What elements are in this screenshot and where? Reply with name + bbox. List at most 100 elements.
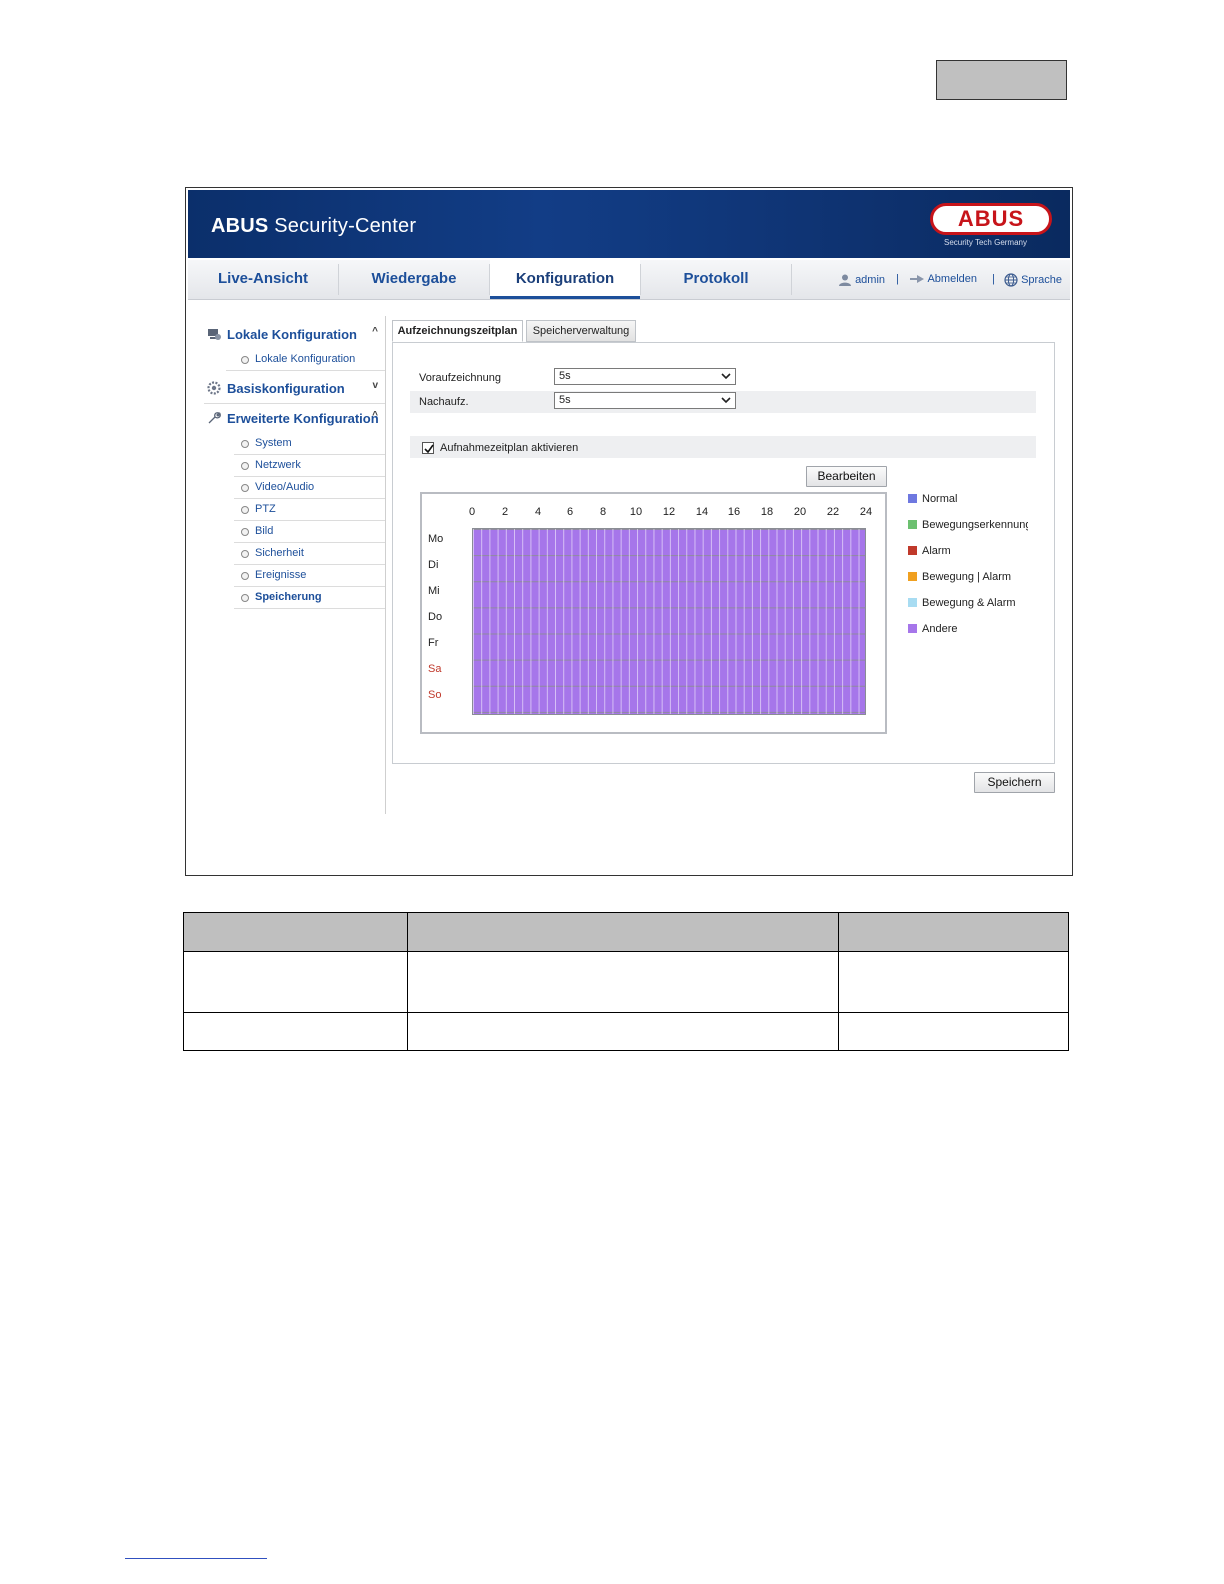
bullet-icon — [241, 506, 249, 514]
logo-tagline: Security Tech Germany — [944, 238, 1027, 247]
chevron-down-icon — [721, 373, 731, 380]
language-label: Sprache — [1021, 273, 1063, 286]
sidebar-item-bild[interactable]: Bild — [234, 521, 386, 543]
bullet-icon — [241, 462, 249, 470]
edit-button[interactable]: Bearbeiten — [806, 466, 887, 487]
main-nav: Live-Ansicht Wiedergabe Konfiguration Pr… — [188, 260, 1070, 300]
sidebar-group-erweiterte-konfiguration[interactable]: Erweiterte Konfiguration ^ — [204, 404, 386, 433]
table-cell — [838, 1012, 1069, 1051]
bullet-icon — [241, 550, 249, 558]
computer-icon — [208, 329, 221, 340]
hour-label: 24 — [859, 506, 873, 518]
table-header-cell — [183, 912, 408, 952]
table-cell — [407, 1012, 839, 1051]
table-cell — [407, 951, 839, 1013]
hour-label: 22 — [826, 506, 840, 518]
legend-swatch — [908, 494, 917, 503]
enable-schedule-checkbox[interactable] — [422, 442, 434, 454]
chevron-down-icon: v — [372, 380, 378, 391]
sidebar-group-basiskonfiguration[interactable]: Basiskonfiguration v — [204, 374, 386, 403]
globe-icon — [1004, 273, 1018, 287]
app-title: ABUS Security-Center — [211, 215, 417, 237]
tab-live-ansicht[interactable]: Live-Ansicht — [188, 260, 338, 299]
hour-label: 4 — [534, 506, 542, 518]
language-link[interactable]: Sprache — [1004, 273, 1062, 287]
post-record-label: Nachaufz. — [419, 396, 469, 408]
hour-label: 0 — [468, 506, 476, 518]
sidebar-group-lokale-konfiguration[interactable]: Lokale Konfiguration ^ — [204, 320, 386, 349]
sidebar-group-label: Erweiterte Konfiguration — [227, 411, 379, 426]
sidebar-item-sicherheit[interactable]: Sicherheit — [234, 543, 386, 565]
sidebar-item-lokale-konfiguration[interactable]: Lokale Konfiguration — [226, 349, 386, 371]
header-box — [936, 60, 1067, 100]
hour-label: 2 — [501, 506, 509, 518]
logout-label: Abmelden — [927, 273, 977, 285]
tab-aufzeichnungszeitplan[interactable]: Aufzeichnungszeitplan — [392, 320, 523, 342]
pre-record-select[interactable]: 5s — [554, 368, 736, 385]
tab-protokoll[interactable]: Protokoll — [641, 260, 791, 299]
hour-label: 20 — [793, 506, 807, 518]
legend-swatch — [908, 598, 917, 607]
pre-record-label: Voraufzeichnung — [419, 372, 501, 384]
schedule-grid[interactable] — [472, 528, 866, 715]
nav-separator: | — [992, 273, 995, 285]
user-name: admin — [855, 273, 886, 286]
day-label-mo: Mo — [428, 533, 444, 545]
bullet-icon — [241, 594, 249, 602]
day-label-do: Do — [428, 611, 443, 623]
bullet-icon — [241, 528, 249, 536]
tab-wiedergabe[interactable]: Wiedergabe — [339, 260, 489, 299]
table-cell — [838, 951, 1069, 1013]
sidebar-item-ptz[interactable]: PTZ — [234, 499, 386, 521]
user-icon — [839, 274, 851, 286]
nav-separator: | — [896, 273, 899, 285]
bullet-icon — [241, 356, 249, 364]
legend-normal: Normal — [908, 493, 957, 505]
table-header-row — [183, 912, 1069, 952]
legend-swatch — [908, 572, 917, 581]
table-header-cell — [407, 912, 839, 952]
legend-swatch — [908, 546, 917, 555]
footer-link-underline[interactable] — [125, 1558, 267, 1559]
legend-bewegung-und-alarm: Bewegung & Alarm — [908, 597, 1016, 609]
table-cell — [183, 1012, 408, 1051]
chevron-up-icon: ^ — [372, 410, 378, 421]
sidebar-item-ereignisse[interactable]: Ereignisse — [234, 565, 386, 587]
legend-bewegungserkennung: Bewegungserkennung — [908, 519, 1028, 531]
legend-swatch — [908, 520, 917, 529]
table-row — [183, 951, 1069, 1013]
tab-speicherverwaltung[interactable]: Speicherverwaltung — [526, 320, 636, 342]
post-record-select[interactable]: 5s — [554, 392, 736, 409]
day-label-sa: Sa — [428, 663, 442, 675]
abus-logo: ABUS — [930, 203, 1052, 235]
logout-link[interactable]: Abmelden — [909, 273, 977, 285]
table-row — [183, 1012, 1069, 1051]
day-label-mi: Mi — [428, 585, 440, 597]
tab-konfiguration[interactable]: Konfiguration — [490, 260, 640, 299]
chevron-down-icon — [721, 397, 731, 404]
sidebar-group-label: Lokale Konfiguration — [227, 327, 357, 342]
save-button[interactable]: Speichern — [974, 772, 1055, 793]
user-link[interactable]: admin — [838, 273, 885, 287]
legend-alarm: Alarm — [908, 545, 951, 557]
hour-label: 6 — [566, 506, 574, 518]
sidebar-item-video-audio[interactable]: Video/Audio — [234, 477, 386, 499]
hour-label: 10 — [629, 506, 643, 518]
chevron-up-icon: ^ — [372, 326, 378, 337]
sidebar-item-netzwerk[interactable]: Netzwerk — [234, 455, 386, 477]
bullet-icon — [241, 484, 249, 492]
logout-icon — [910, 275, 924, 284]
bullet-icon — [241, 440, 249, 448]
sidebar: Lokale Konfiguration ^ Lokale Konfigurat… — [204, 320, 386, 609]
day-label-so: So — [428, 689, 442, 701]
hour-label: 18 — [760, 506, 774, 518]
sidebar-group-label: Basiskonfiguration — [227, 381, 345, 396]
sidebar-item-speicherung[interactable]: Speicherung — [234, 587, 386, 609]
screenshot-frame: ABUS Security-Center ABUS Security Tech … — [185, 187, 1073, 876]
hour-label: 8 — [599, 506, 607, 518]
table-header-cell — [838, 912, 1069, 952]
bullet-icon — [241, 572, 249, 580]
sidebar-item-system[interactable]: System — [234, 433, 386, 455]
wrench-icon — [208, 412, 221, 424]
legend-andere: Andere — [908, 623, 957, 635]
